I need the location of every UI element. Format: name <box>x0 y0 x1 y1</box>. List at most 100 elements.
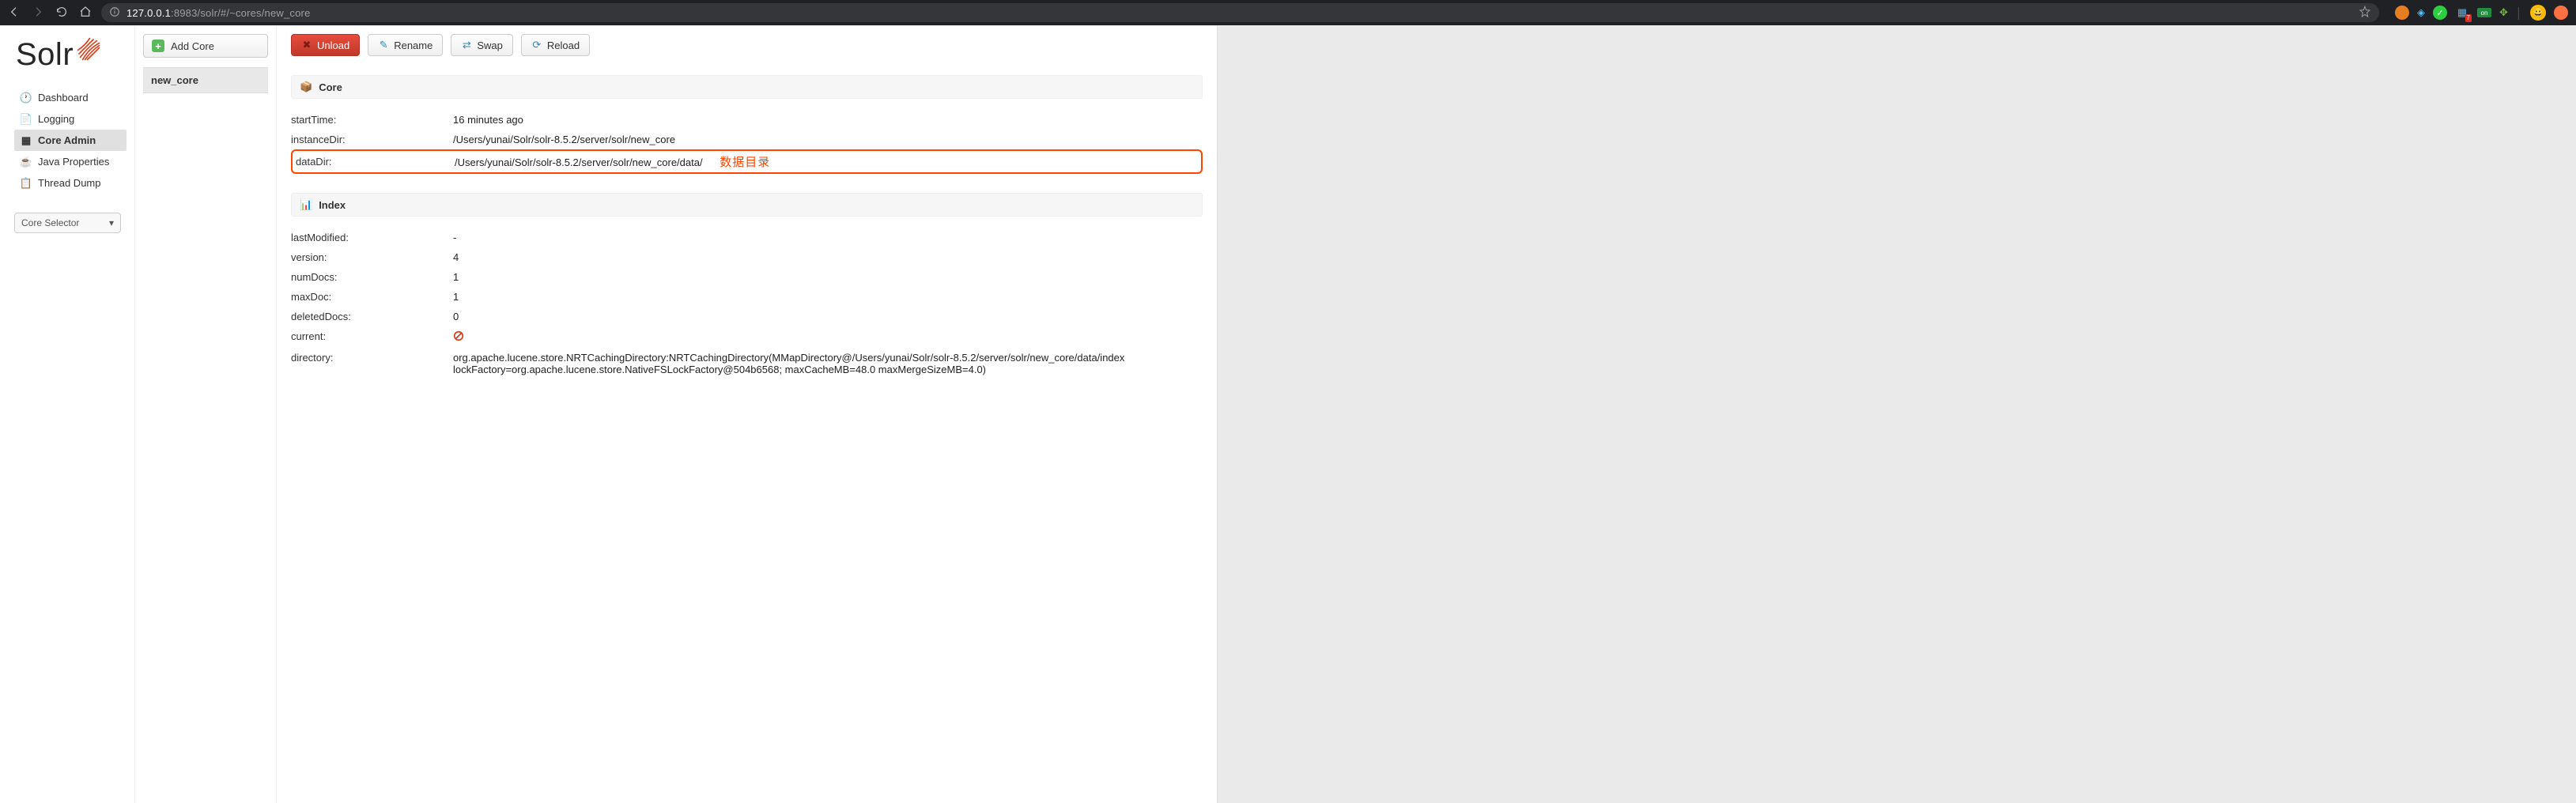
unload-button[interactable]: ✖ Unload <box>291 34 360 56</box>
logo: Solr <box>16 37 127 73</box>
site-info-icon[interactable] <box>109 6 120 20</box>
main-content: ✖ Unload ✎ Rename ⇄ Swap ⟳ Reload 📦 Core <box>277 26 1217 803</box>
kv-value: /Users/yunai/Solr/solr-8.5.2/server/solr… <box>455 156 703 168</box>
chevron-down-icon: ▾ <box>109 217 114 228</box>
home-icon[interactable] <box>79 6 92 21</box>
left-sidebar: Solr 🕐 Dashboard 📄 Logging <box>0 26 134 803</box>
reload-icon[interactable] <box>55 6 68 21</box>
nav-label: Thread Dump <box>38 177 100 189</box>
section-core-header: 📦 Core <box>291 75 1203 99</box>
extension-orange-icon[interactable] <box>2395 6 2409 20</box>
gauge-icon: 🕐 <box>21 92 32 104</box>
index-maxdoc-row: maxDoc: 1 <box>291 287 1203 307</box>
nav-label: Logging <box>38 113 74 125</box>
unload-label: Unload <box>317 40 349 51</box>
add-core-button[interactable]: + Add Core <box>143 34 268 58</box>
core-selector-label: Core Selector <box>21 217 79 228</box>
add-core-label: Add Core <box>171 40 214 52</box>
browser-extensions: ◈ ✓ ▦7 on ✥ │ 😀 <box>2389 5 2568 21</box>
kv-key: current: <box>291 330 453 344</box>
extension-leaf-icon[interactable]: ✥ <box>2499 6 2508 19</box>
index-current-row: current: <box>291 326 1203 348</box>
core-starttime-row: startTime: 16 minutes ago <box>291 110 1203 130</box>
swap-button[interactable]: ⇄ Swap <box>451 34 513 56</box>
kv-value: 4 <box>453 251 1203 263</box>
index-lastmodified-row: lastModified: - <box>291 228 1203 247</box>
kv-key: maxDoc: <box>291 291 453 303</box>
kv-value: - <box>453 232 1203 243</box>
url-host: 127.0.0.1 <box>127 7 171 19</box>
close-icon: ✖ <box>301 40 312 51</box>
kv-value: 1 <box>453 271 1203 283</box>
core-info-block: startTime: 16 minutes ago instanceDir: /… <box>291 110 1203 174</box>
forbidden-icon <box>453 332 464 344</box>
swap-label: Swap <box>477 40 503 51</box>
threads-icon: 📋 <box>21 178 32 189</box>
kv-key: startTime: <box>291 114 453 126</box>
nav-java-properties[interactable]: ☕ Java Properties <box>14 151 127 172</box>
extension-red-icon[interactable] <box>2554 6 2568 20</box>
url-text: 127.0.0.1:8983/solr/#/~cores/new_core <box>127 7 311 19</box>
bookmark-star-icon[interactable] <box>2359 6 2371 21</box>
browser-nav-controls <box>8 6 92 21</box>
core-instancedir-row: instanceDir: /Users/yunai/Solr/solr-8.5.… <box>291 130 1203 149</box>
core-datadir-row: dataDir: /Users/yunai/Solr/solr-8.5.2/se… <box>291 149 1203 174</box>
reload-arrow-icon: ⟳ <box>531 40 542 51</box>
kv-value: 0 <box>453 311 1203 322</box>
app-page: Solr 🕐 Dashboard 📄 Logging <box>0 25 1217 803</box>
kv-value: /Users/yunai/Solr/solr-8.5.2/server/solr… <box>453 134 1203 145</box>
nav-dashboard[interactable]: 🕐 Dashboard <box>14 87 127 108</box>
section-core-title: Core <box>319 81 342 93</box>
kv-value <box>453 330 1203 344</box>
rename-label: Rename <box>394 40 432 51</box>
index-info-block: lastModified: - version: 4 numDocs: 1 ma… <box>291 228 1203 379</box>
nav-thread-dump[interactable]: 📋 Thread Dump <box>14 172 127 194</box>
plus-icon: + <box>152 40 164 52</box>
extension-on-icon[interactable]: on <box>2477 8 2491 17</box>
nav-label: Core Admin <box>38 134 96 146</box>
kv-key: version: <box>291 251 453 263</box>
core-list-item[interactable]: new_core <box>143 67 268 93</box>
extension-diamond-icon[interactable]: ◈ <box>2417 6 2425 19</box>
swap-icon: ⇄ <box>461 40 472 51</box>
logo-text: Solr <box>16 37 74 73</box>
section-index-header: 📊 Index <box>291 193 1203 217</box>
url-bar[interactable]: 127.0.0.1:8983/solr/#/~cores/new_core <box>101 3 2379 22</box>
extension-badge-count: 7 <box>2465 14 2472 22</box>
kv-value-wrap: /Users/yunai/Solr/solr-8.5.2/server/solr… <box>455 153 1198 170</box>
coffee-icon: ☕ <box>21 156 32 168</box>
kv-key: instanceDir: <box>291 134 453 145</box>
section-index-title: Index <box>319 199 346 211</box>
back-icon[interactable] <box>8 6 21 21</box>
extension-badge-icon[interactable]: ▦7 <box>2455 6 2469 20</box>
box-icon: 📦 <box>300 81 312 93</box>
reload-button[interactable]: ⟳ Reload <box>521 34 590 56</box>
kv-key: deletedDocs: <box>291 311 453 322</box>
logo-sunburst-icon <box>77 37 100 61</box>
kv-value: 1 <box>453 291 1203 303</box>
nav-core-admin[interactable]: ▦ Core Admin <box>14 130 127 151</box>
extension-check-icon[interactable]: ✓ <box>2433 6 2447 20</box>
grid-icon: ▦ <box>21 135 32 146</box>
profile-avatar[interactable]: 😀 <box>2530 5 2546 21</box>
nav-logging[interactable]: 📄 Logging <box>14 108 127 130</box>
index-numdocs-row: numDocs: 1 <box>291 267 1203 287</box>
forward-icon[interactable] <box>32 6 44 21</box>
kv-value: 16 minutes ago <box>453 114 1203 126</box>
document-icon: 📄 <box>21 114 32 125</box>
nav-label: Dashboard <box>38 92 89 104</box>
kv-value: org.apache.lucene.store.NRTCachingDirect… <box>453 352 1125 375</box>
kv-key: dataDir: <box>296 156 455 168</box>
core-selector-dropdown[interactable]: Core Selector ▾ <box>14 213 121 233</box>
index-directory-row: directory: org.apache.lucene.store.NRTCa… <box>291 348 1203 379</box>
rename-button[interactable]: ✎ Rename <box>368 34 443 56</box>
core-action-buttons: ✖ Unload ✎ Rename ⇄ Swap ⟳ Reload <box>291 34 1203 56</box>
url-path: :8983/solr/#/~cores/new_core <box>171 7 311 19</box>
blank-area <box>1218 25 2576 803</box>
core-list-panel: + Add Core new_core <box>134 26 277 803</box>
kv-key: numDocs: <box>291 271 453 283</box>
kv-key: directory: <box>291 352 453 375</box>
browser-chrome: 127.0.0.1:8983/solr/#/~cores/new_core ◈ … <box>0 0 2576 25</box>
chart-icon: 📊 <box>300 198 312 211</box>
index-deleteddocs-row: deletedDocs: 0 <box>291 307 1203 326</box>
